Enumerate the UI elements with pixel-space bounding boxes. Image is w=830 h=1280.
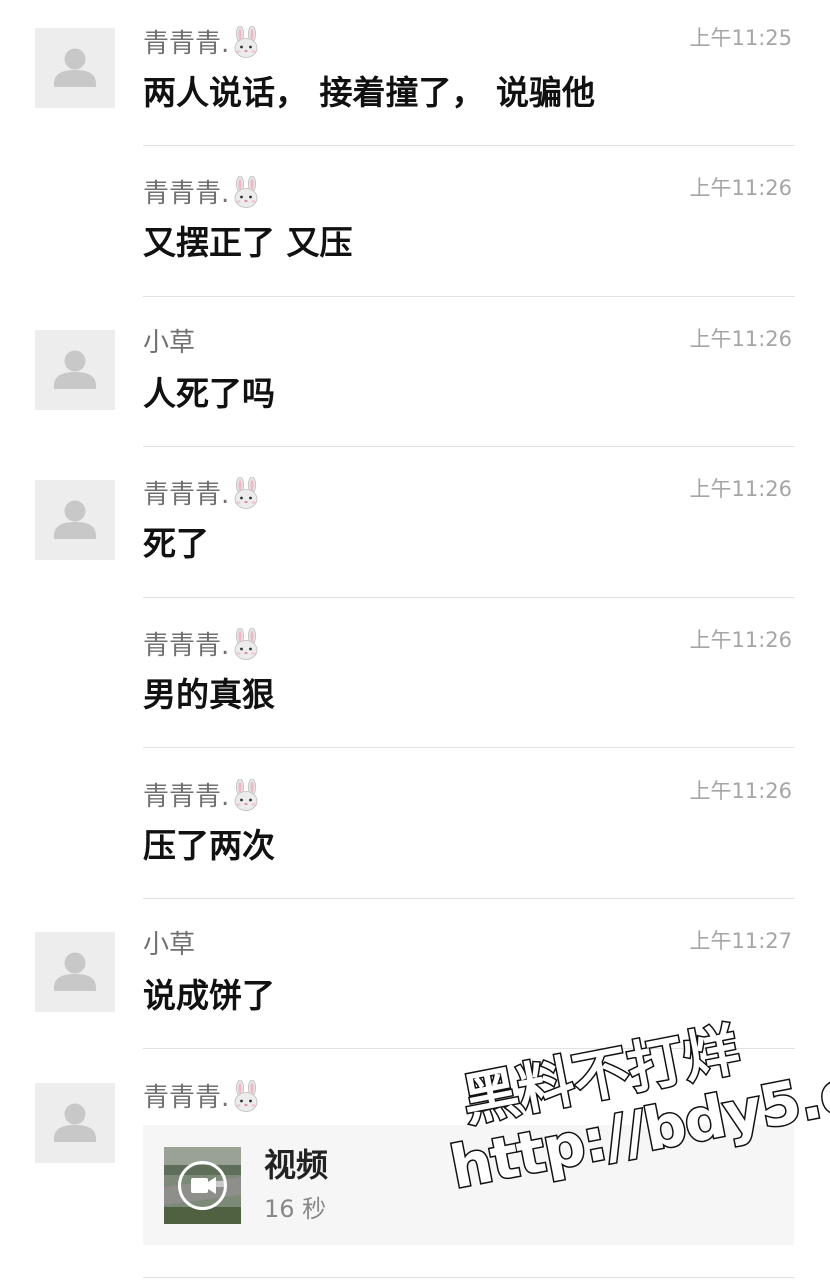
rabbit-emoji-icon bbox=[231, 627, 261, 668]
timestamp: 上午11:26 bbox=[689, 176, 792, 200]
default-avatar-icon bbox=[54, 48, 96, 87]
video-thumbnail[interactable] bbox=[164, 1147, 241, 1224]
message-text: 男的真狠 bbox=[143, 675, 275, 714]
rabbit-emoji-icon bbox=[231, 778, 261, 819]
divider bbox=[143, 1277, 795, 1278]
sender-name: 青青青. bbox=[143, 175, 261, 216]
video-thumbnail-image bbox=[164, 1147, 241, 1224]
divider bbox=[143, 446, 795, 447]
message-text: 两人说话， 接着撞了， 说骗他 bbox=[143, 73, 595, 112]
timestamp: 上午11:26 bbox=[689, 477, 792, 501]
avatar[interactable] bbox=[35, 932, 115, 1012]
divider bbox=[143, 597, 795, 598]
divider bbox=[143, 747, 795, 748]
default-avatar-icon bbox=[54, 350, 96, 389]
default-avatar-icon bbox=[54, 952, 96, 991]
avatar[interactable] bbox=[35, 28, 115, 108]
rabbit-emoji-icon bbox=[231, 476, 261, 517]
rabbit-emoji-icon bbox=[231, 25, 261, 66]
timestamp: 上午11:27 bbox=[689, 929, 792, 953]
timestamp: 上午11:26 bbox=[689, 327, 792, 351]
avatar[interactable] bbox=[35, 480, 115, 560]
timestamp: 上午11:26 bbox=[689, 779, 792, 803]
sender-name: 小草 bbox=[143, 930, 196, 960]
sender-name: 青青青. bbox=[143, 1079, 261, 1120]
video-duration: 16 秒 bbox=[264, 1195, 327, 1223]
default-avatar-icon bbox=[54, 500, 96, 539]
rabbit-emoji-icon bbox=[231, 1079, 261, 1120]
sender-name: 青青青. bbox=[143, 25, 261, 66]
sender-name: 小草 bbox=[143, 328, 196, 358]
sender-name: 青青青. bbox=[143, 778, 261, 819]
timestamp: 上午11:26 bbox=[689, 628, 792, 652]
timestamp: 上午11:25 bbox=[689, 26, 792, 50]
message-text: 压了两次 bbox=[143, 826, 275, 865]
divider bbox=[143, 296, 795, 297]
divider bbox=[143, 145, 795, 146]
message-text: 又摆正了 又压 bbox=[143, 223, 353, 262]
message-text: 死了 bbox=[143, 524, 209, 563]
avatar[interactable] bbox=[35, 330, 115, 410]
sender-name: 青青青. bbox=[143, 476, 261, 517]
message-text: 人死了吗 bbox=[143, 374, 275, 413]
message-text: 说成饼了 bbox=[143, 976, 275, 1015]
video-title: 视频 bbox=[264, 1146, 329, 1184]
sender-name: 青青青. bbox=[143, 627, 261, 668]
avatar[interactable] bbox=[35, 1083, 115, 1163]
default-avatar-icon bbox=[54, 1103, 96, 1142]
divider bbox=[143, 898, 795, 899]
rabbit-emoji-icon bbox=[231, 175, 261, 216]
